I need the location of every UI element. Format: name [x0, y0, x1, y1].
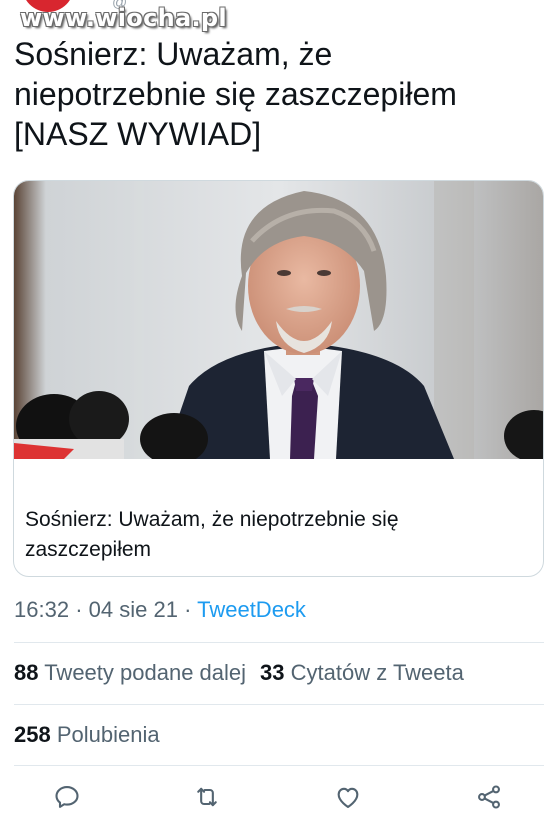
tweet-text: Sośnierz: Uważam, że niepotrzebnie się z… — [14, 34, 544, 154]
tweet-text-line: [NASZ WYWIAD] — [14, 116, 262, 152]
quotes-count: 33 — [260, 660, 285, 685]
like-button[interactable] — [331, 780, 365, 814]
quotes-label: Cytatów z Tweeta — [290, 660, 464, 685]
reply-button[interactable] — [50, 780, 84, 814]
like-icon — [337, 787, 359, 808]
quotes-stat[interactable]: 33 Cytatów z Tweeta — [260, 660, 464, 685]
tweet-time: 16:32 — [14, 597, 70, 622]
share-button[interactable] — [472, 780, 506, 814]
retweets-count: 88 — [14, 660, 39, 685]
retweet-icon — [197, 787, 217, 807]
retweets-label: Tweety podane dalej — [44, 660, 247, 685]
likes-label: Polubienia — [56, 722, 160, 747]
retweets-stat[interactable]: 88 Tweety podane dalej — [14, 660, 246, 685]
likes-stat[interactable]: 258 Polubienia — [14, 722, 160, 748]
engagement-stats: 88 Tweety podane dalej 33 Cytatów z Tweet… — [14, 660, 464, 686]
tweet-date: 04 sie 21 — [88, 597, 178, 622]
retweet-button[interactable] — [190, 780, 224, 814]
divider — [14, 765, 544, 766]
tweet-text-line: niepotrzebnie się zaszczepiłem — [14, 76, 457, 112]
card-title-line: zaszczepiłem — [25, 538, 152, 561]
meta-separator: · — [75, 597, 83, 622]
link-preview-card[interactable]: Sośnierz: Uważam, że niepotrzebnie się z… — [13, 180, 544, 577]
card-title[interactable]: Sośnierz: Uważam, że niepotrzebnie się z… — [25, 505, 530, 565]
watermark: www.wiocha.pl — [20, 4, 227, 32]
action-bar — [0, 780, 560, 816]
reply-icon — [55, 786, 79, 808]
tweet-meta: 16:32 · 04 sie 21 · TweetDeck — [14, 597, 306, 623]
share-icon — [478, 785, 500, 809]
divider — [14, 704, 544, 705]
card-image[interactable] — [14, 181, 543, 459]
divider — [14, 642, 544, 643]
politician-photo — [14, 181, 543, 459]
meta-separator: · — [184, 597, 192, 622]
likes-count: 258 — [14, 722, 51, 747]
tweet-text-line: Sośnierz: Uważam, że — [14, 36, 333, 72]
tweet-source-link[interactable]: TweetDeck — [197, 597, 306, 622]
card-title-line: Sośnierz: Uważam, że niepotrzebnie się — [25, 508, 399, 531]
